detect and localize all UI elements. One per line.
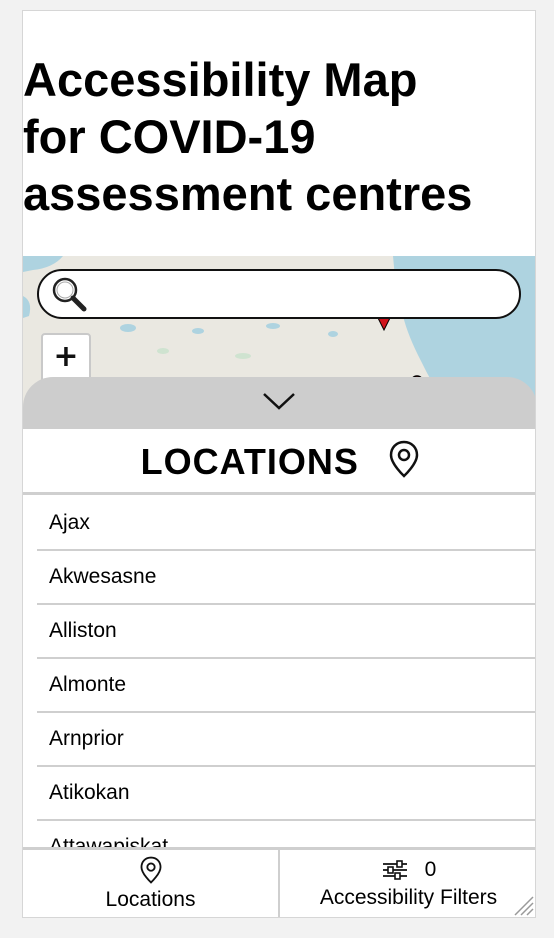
tab-locations[interactable]: Locations [23,850,280,917]
locations-list: Ajax Akwesasne Alliston Almonte Arnprior… [37,497,535,849]
resize-grip-icon[interactable] [511,893,535,917]
locations-header: LOCATIONS [23,429,535,495]
app-frame: Accessibility Map for COVID-19 assessmen… [22,10,536,918]
search-icon [52,277,87,312]
page-title: Accessibility Map for COVID-19 assessmen… [23,53,473,220]
list-item[interactable]: Attawapiskat [37,821,535,849]
tab-filters-label: Accessibility Filters [319,886,498,909]
list-item[interactable]: Alliston [37,605,535,659]
filters-count-badge: 0 [424,858,437,882]
list-item[interactable]: Almonte [37,659,535,713]
sliders-icon [382,860,407,881]
tab-accessibility-filters[interactable]: 0 Accessibility Filters [280,850,535,917]
list-item[interactable]: Arnprior [37,713,535,767]
map-pin-icon [140,856,161,884]
locations-title: LOCATIONS [140,441,359,482]
search-input[interactable] [97,277,501,313]
list-item[interactable]: Ajax [37,497,535,551]
list-item[interactable]: Akwesasne [37,551,535,605]
tab-locations-label: Locations [105,888,196,911]
chevron-down-icon [263,393,295,410]
zoom-in-button[interactable]: + [41,333,91,383]
panel-collapse-handle[interactable] [23,377,535,429]
list-item[interactable]: Atikokan [37,767,535,821]
bottom-tab-bar: Locations 0 Accessibility Filters [23,847,535,917]
search-bar[interactable] [37,269,521,319]
map-pin-icon [390,440,419,478]
